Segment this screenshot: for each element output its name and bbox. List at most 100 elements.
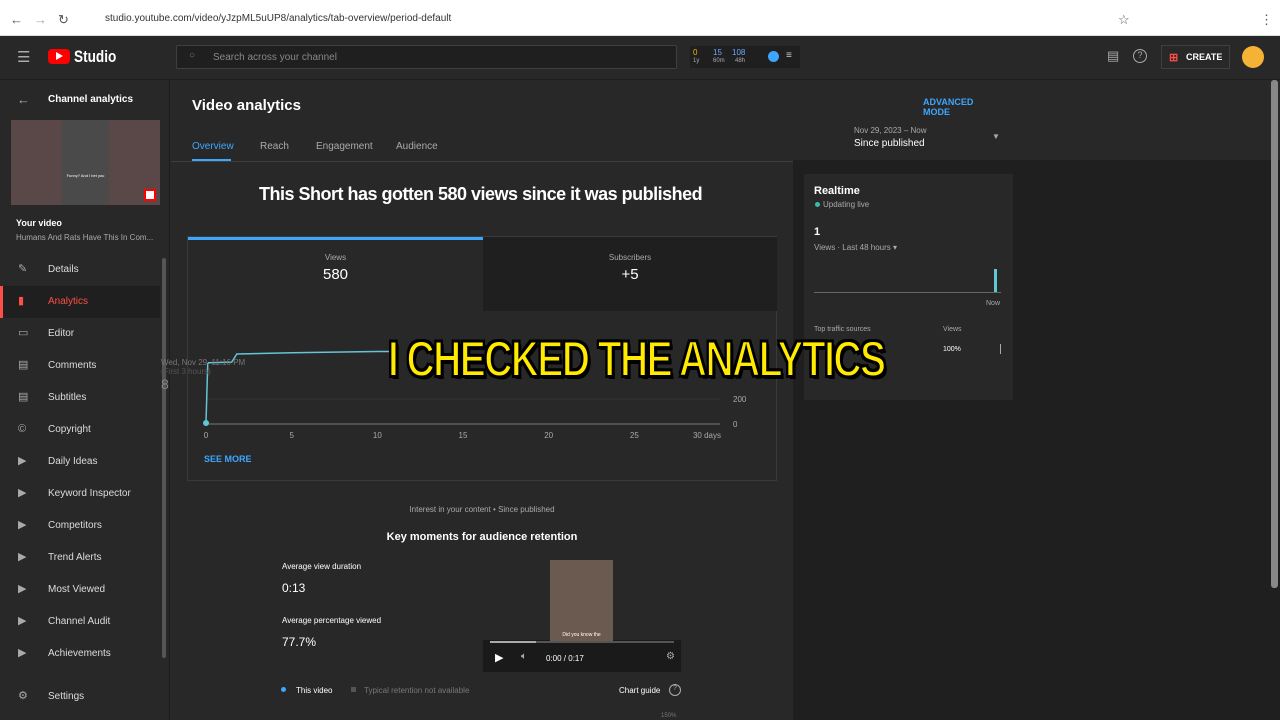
subtitles-icon: ▤ bbox=[18, 391, 29, 403]
your-video-label: Your video bbox=[16, 218, 62, 228]
dropdown-caret-icon: ▼ bbox=[992, 132, 1000, 141]
sidebar-item-settings[interactable]: ⚙ Settings bbox=[0, 681, 160, 713]
legend-typical: Typical retention not available bbox=[364, 686, 470, 695]
legend-square-icon bbox=[351, 687, 356, 692]
sidebar-scrollbar[interactable] bbox=[162, 258, 166, 658]
browser-bar: ← → ↻ studio.youtube.com/video/yJzpML5uU… bbox=[0, 0, 1280, 36]
back-arrow-icon[interactable]: ← bbox=[17, 92, 30, 107]
metric-tab-subscribers[interactable]: Subscribers +5 bbox=[483, 237, 777, 311]
advanced-mode-link[interactable]: ADVANCED MODE bbox=[923, 97, 973, 117]
x-tick-label: 20 bbox=[544, 431, 553, 440]
copyright-icon: © bbox=[18, 423, 27, 435]
legend-this-video: This video bbox=[296, 686, 333, 695]
sidebar-item-competitors[interactable]: ▶ Competitors bbox=[0, 510, 160, 542]
y-tick-label: 0 bbox=[733, 420, 738, 429]
volume-icon[interactable]: 🔈︎ bbox=[521, 651, 527, 662]
tab-audience[interactable]: Audience bbox=[396, 141, 438, 152]
star-icon[interactable]: ☆ bbox=[1118, 12, 1130, 28]
period-selector[interactable]: Nov 29, 2023 – Now Since published ▼ bbox=[854, 124, 1004, 152]
feedback-icon[interactable]: ▤ bbox=[1107, 48, 1119, 64]
search-input[interactable]: ○ Search across your channel bbox=[176, 45, 677, 69]
tab-engagement[interactable]: Engagement bbox=[316, 141, 373, 152]
x-tick-label: 15 bbox=[459, 431, 468, 440]
sidebar-item-daily-ideas[interactable]: ▶ Daily Ideas bbox=[0, 446, 160, 478]
sidebar-item-subtitles[interactable]: ▤ Subtitles bbox=[0, 382, 160, 414]
avg-duration-value: 0:13 bbox=[282, 581, 306, 595]
x-tick-label: 10 bbox=[373, 431, 382, 440]
tab-reach[interactable]: Reach bbox=[260, 141, 289, 152]
video-thumbnail[interactable]: Funny? And I bet you bbox=[11, 120, 160, 205]
x-tick-label: 25 bbox=[630, 431, 639, 440]
play-circle-icon: ▶ bbox=[18, 551, 27, 563]
sidebar-item-channel-audit[interactable]: ▶ Channel Audit bbox=[0, 606, 160, 638]
hamburger-icon[interactable]: ☰ bbox=[17, 48, 30, 66]
headline: This Short has gotten 580 views since it… bbox=[259, 184, 703, 204]
play-circle-icon: ▶ bbox=[18, 615, 27, 627]
play-circle-icon: ▶ bbox=[18, 455, 27, 467]
active-tab-indicator bbox=[192, 159, 231, 161]
gear-icon: ⚙ bbox=[18, 690, 28, 702]
reload-icon[interactable]: ↻ bbox=[58, 12, 69, 28]
chart-tooltip: Wed, Nov 29, 11:16 PM (First 3 hours) 8 bbox=[161, 358, 246, 392]
url-bar[interactable]: studio.youtube.com/video/yJzpML5uUP8/ana… bbox=[105, 13, 451, 24]
pencil-icon: ✎ bbox=[18, 263, 28, 275]
realtime-axis bbox=[814, 292, 1001, 293]
traffic-bar bbox=[1000, 344, 1001, 354]
list-icon[interactable]: ≡ bbox=[786, 50, 792, 61]
play-circle-icon: ▶ bbox=[18, 519, 27, 531]
y-tick-label: 200 bbox=[733, 395, 747, 404]
sidebar-item-trend-alerts[interactable]: ▶ Trend Alerts bbox=[0, 542, 160, 574]
forward-icon[interactable]: → bbox=[34, 12, 47, 27]
menu-icon[interactable]: ⋮ bbox=[1260, 12, 1273, 28]
sidebar-item-achievements[interactable]: ▶ Achievements bbox=[0, 638, 160, 670]
play-circle-icon: ▶ bbox=[18, 487, 27, 499]
avg-pct-label: Average percentage viewed bbox=[282, 616, 382, 625]
sidebar-item-keyword-inspector[interactable]: ▶ Keyword Inspector bbox=[0, 478, 160, 510]
sidebar: ← Channel analytics Funny? And I bet you… bbox=[0, 80, 170, 720]
realtime-bar[interactable] bbox=[994, 269, 997, 292]
play-icon[interactable]: ▶ bbox=[495, 651, 503, 664]
extension-stats[interactable]: 0 1y 15 60m 108 48h ≡ bbox=[690, 46, 800, 68]
extension-icon[interactable] bbox=[768, 51, 779, 62]
avatar[interactable] bbox=[1242, 46, 1264, 68]
sidebar-item-most-viewed[interactable]: ▶ Most Viewed bbox=[0, 574, 160, 606]
metric-tab-views[interactable]: Views 580 bbox=[188, 237, 483, 311]
analytics-icon: ▮ bbox=[18, 295, 25, 307]
retention-title: Key moments for audience retention bbox=[386, 531, 578, 543]
studio-logo[interactable]: Studio bbox=[74, 47, 116, 67]
sidebar-item-analytics[interactable]: ▮ Analytics bbox=[0, 286, 160, 318]
retention-y-tick: 150% bbox=[661, 713, 677, 719]
page-scrollbar[interactable] bbox=[1271, 80, 1278, 588]
sidebar-item-comments[interactable]: ▤ Comments bbox=[0, 350, 160, 382]
help-icon[interactable]: ? bbox=[669, 684, 681, 696]
comment-icon: ▤ bbox=[18, 359, 29, 371]
sidebar-item-details[interactable]: ✎ Details bbox=[0, 254, 160, 286]
create-button[interactable]: ⊞ CREATE bbox=[1161, 45, 1230, 69]
play-circle-icon: ▶ bbox=[18, 583, 27, 595]
gear-icon[interactable]: ⚙ bbox=[666, 651, 675, 662]
overlay-caption: I CHECKED THE ANALYTICS bbox=[387, 330, 887, 388]
right-panel: Realtime Updating live 1 Views · Last 48… bbox=[793, 160, 1280, 720]
player-progress[interactable] bbox=[490, 641, 674, 643]
realtime-period-dropdown[interactable]: Views · Last 48 hours ▾ bbox=[814, 243, 897, 252]
youtube-logo-icon[interactable] bbox=[48, 49, 70, 64]
live-dot-icon bbox=[815, 202, 820, 207]
see-more-link[interactable]: SEE MORE bbox=[204, 454, 252, 464]
play-circle-icon: ▶ bbox=[18, 647, 27, 659]
tab-overview[interactable]: Overview bbox=[192, 141, 234, 152]
search-icon: ○ bbox=[189, 50, 196, 61]
data-point bbox=[203, 420, 209, 426]
chart-guide-link[interactable]: Chart guide bbox=[619, 686, 660, 695]
help-icon[interactable]: ? bbox=[1133, 49, 1147, 63]
page-title: Video analytics bbox=[192, 97, 301, 114]
back-icon[interactable]: ← bbox=[10, 12, 23, 27]
create-video-icon: ⊞ bbox=[1169, 52, 1179, 64]
sidebar-item-copyright[interactable]: © Copyright bbox=[0, 414, 160, 446]
shorts-icon bbox=[144, 189, 156, 201]
film-icon: ▭ bbox=[18, 327, 29, 339]
dropdown-caret-icon: ▾ bbox=[893, 243, 898, 252]
video-player[interactable]: Did you know the ▶ 🔈︎ 0:00 / 0:17 ⚙ bbox=[483, 560, 681, 672]
x-tick-label: 5 bbox=[289, 431, 294, 440]
sidebar-item-editor[interactable]: ▭ Editor bbox=[0, 318, 160, 350]
video-title: Humans And Rats Have This In Com... bbox=[16, 233, 154, 242]
